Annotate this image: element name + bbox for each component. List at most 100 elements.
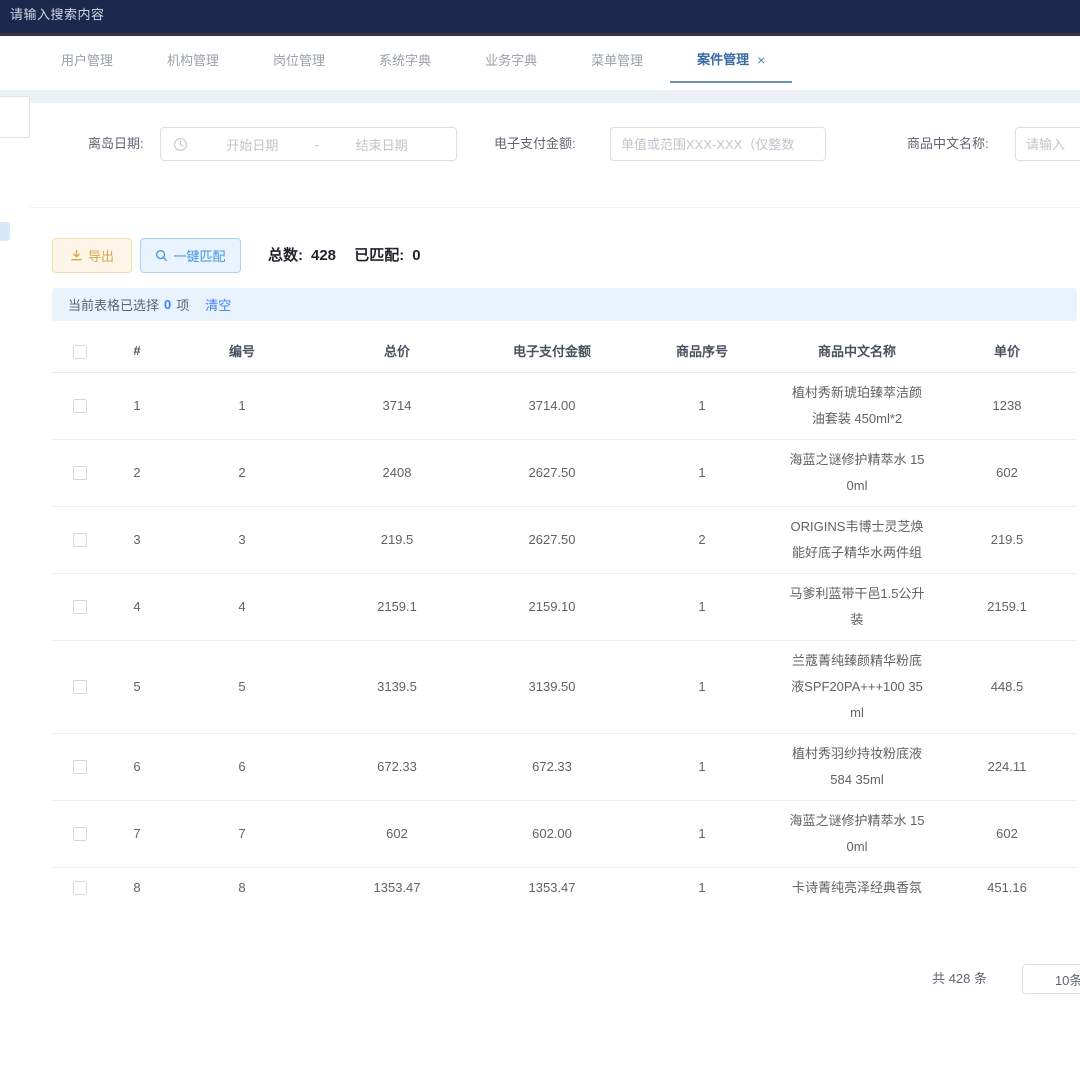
cell-seq: 1 xyxy=(627,867,777,908)
col-header-seq: 商品序号 xyxy=(627,330,777,372)
tab-item[interactable]: 菜单管理 xyxy=(564,39,670,83)
row-checkbox-cell xyxy=(52,640,107,733)
amount-filter-label: 电子支付金额: xyxy=(494,127,576,161)
row-checkbox-cell xyxy=(52,573,107,640)
cell-epay: 672.33 xyxy=(477,733,627,800)
cell-total: 602 xyxy=(317,800,477,867)
select-all-checkbox[interactable] xyxy=(73,345,87,359)
total-label: 总数: xyxy=(268,247,303,264)
cell-seq: 1 xyxy=(627,372,777,439)
matched-label: 已匹配: xyxy=(354,247,404,264)
tab-label: 岗位管理 xyxy=(273,38,325,84)
pagination: 共 428 条 10条/页 xyxy=(30,963,1080,997)
cell-index: 7 xyxy=(107,800,167,867)
global-search-input[interactable]: 请输入搜索内容 xyxy=(10,4,105,23)
tab-label: 系统字典 xyxy=(379,38,431,84)
left-cutoff-button[interactable] xyxy=(0,222,10,241)
row-checkbox-cell xyxy=(52,800,107,867)
end-date-placeholder[interactable]: 结束日期 xyxy=(319,135,444,154)
table-row: 77602602.001海蓝之谜修护精萃水 150ml602 xyxy=(52,800,1077,867)
row-checkbox[interactable] xyxy=(73,600,87,614)
divider-band xyxy=(0,90,1080,103)
col-header-total: 总价 xyxy=(317,330,477,372)
table-row: 66672.33672.331植村秀羽纱持妆粉底液 584 35ml224.11 xyxy=(52,733,1077,800)
table-row: 33219.52627.502ORIGINS韦博士灵芝焕能好底子精华水两件组21… xyxy=(52,506,1077,573)
clear-selection-link[interactable]: 清空 xyxy=(205,295,231,314)
amount-input[interactable] xyxy=(610,127,826,161)
tab-item[interactable]: 岗位管理 xyxy=(246,39,352,83)
cell-unit: 224.11 xyxy=(937,733,1077,800)
clock-icon xyxy=(173,137,188,152)
cell-epay: 2627.50 xyxy=(477,506,627,573)
row-checkbox[interactable] xyxy=(73,760,87,774)
cell-seq: 1 xyxy=(627,640,777,733)
selection-prefix: 当前表格已选择 xyxy=(68,295,159,314)
cell-seq: 1 xyxy=(627,439,777,506)
row-checkbox[interactable] xyxy=(73,881,87,895)
top-navbar: 请输入搜索内容 xyxy=(0,0,1080,36)
cell-unit: 451.16 xyxy=(937,867,1077,908)
start-date-placeholder[interactable]: 开始日期 xyxy=(190,135,315,154)
date-range-picker[interactable]: 开始日期 - 结束日期 xyxy=(160,127,457,161)
toolbar: 导出 一键匹配 总数: 428 已匹配: 0 xyxy=(30,238,1080,274)
tab-item[interactable]: 用户管理 xyxy=(34,39,140,83)
data-table: # 编号 总价 电子支付金额 商品序号 商品中文名称 单价 1137143714… xyxy=(52,330,1077,908)
cell-total: 3714 xyxy=(317,372,477,439)
cell-total: 672.33 xyxy=(317,733,477,800)
tab-label: 机构管理 xyxy=(167,38,219,84)
col-header-name: 商品中文名称 xyxy=(777,330,937,372)
col-header-unit-price: 单价 xyxy=(937,330,1077,372)
filter-bar: 离岛日期: 开始日期 - 结束日期 电子支付金额: 商品中文名称: xyxy=(30,103,1080,208)
cell-total: 2408 xyxy=(317,439,477,506)
col-header-index: # xyxy=(107,330,167,372)
page-size-select[interactable]: 10条/页 xyxy=(1022,964,1080,994)
tab-item[interactable]: 案件管理× xyxy=(670,39,792,83)
tab-label: 用户管理 xyxy=(61,38,113,84)
cell-seq: 1 xyxy=(627,573,777,640)
cell-name: 卡诗菁纯亮泽经典香氛 xyxy=(777,867,937,908)
cell-code: 6 xyxy=(167,733,317,800)
tab-item[interactable]: 业务字典 xyxy=(458,39,564,83)
cell-unit: 602 xyxy=(937,439,1077,506)
row-checkbox[interactable] xyxy=(73,533,87,547)
tab-item[interactable]: 系统字典 xyxy=(352,39,458,83)
matched-value: 0 xyxy=(412,247,420,264)
cell-epay: 2159.10 xyxy=(477,573,627,640)
cell-total: 219.5 xyxy=(317,506,477,573)
row-checkbox[interactable] xyxy=(73,399,87,413)
row-checkbox-cell xyxy=(52,506,107,573)
tab-item[interactable]: 机构管理 xyxy=(140,39,246,83)
cell-total: 1353.47 xyxy=(317,867,477,908)
row-checkbox[interactable] xyxy=(73,680,87,694)
cell-epay: 2627.50 xyxy=(477,439,627,506)
cell-total: 3139.5 xyxy=(317,640,477,733)
cell-name: 海蓝之谜修护精萃水 150ml xyxy=(777,439,937,506)
match-stats: 总数: 428 已匹配: 0 xyxy=(268,238,421,273)
product-name-input[interactable] xyxy=(1015,127,1080,161)
cell-unit: 1238 xyxy=(937,372,1077,439)
cell-name: 植村秀羽纱持妆粉底液 584 35ml xyxy=(777,733,937,800)
search-icon xyxy=(155,249,168,262)
cell-code: 5 xyxy=(167,640,317,733)
row-checkbox-cell xyxy=(52,439,107,506)
tab-close-icon[interactable]: × xyxy=(757,37,765,83)
row-checkbox[interactable] xyxy=(73,827,87,841)
tab-label: 案件管理 xyxy=(697,37,749,83)
table-row: 1137143714.001植村秀新琥珀臻萃洁颜油套装 450ml*21238 xyxy=(52,372,1077,439)
selection-count: 0 xyxy=(164,297,171,312)
export-button[interactable]: 导出 xyxy=(52,238,132,273)
cell-index: 2 xyxy=(107,439,167,506)
row-checkbox[interactable] xyxy=(73,466,87,480)
cell-epay: 3139.50 xyxy=(477,640,627,733)
tab-label: 菜单管理 xyxy=(591,38,643,84)
match-button-label: 一键匹配 xyxy=(173,246,225,265)
table-row: 442159.12159.101马爹利蓝带干邑1.5公升装2159.1 xyxy=(52,573,1077,640)
cell-seq: 1 xyxy=(627,733,777,800)
cell-unit: 219.5 xyxy=(937,506,1077,573)
cell-code: 4 xyxy=(167,573,317,640)
cell-name: 马爹利蓝带干邑1.5公升装 xyxy=(777,573,937,640)
cell-name: 兰蔻菁纯臻颜精华粉底液SPF20PA+++100 35ml xyxy=(777,640,937,733)
row-checkbox-cell xyxy=(52,372,107,439)
one-click-match-button[interactable]: 一键匹配 xyxy=(140,238,241,273)
total-value: 428 xyxy=(311,247,336,264)
